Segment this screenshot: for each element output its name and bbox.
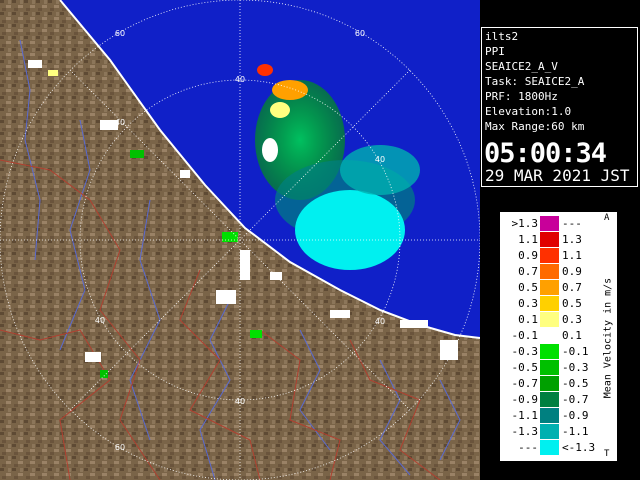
- ring-label: 40: [235, 397, 245, 406]
- legend-upper-bound: -0.5: [562, 377, 589, 390]
- legend-lower-bound: -1.3: [511, 425, 539, 438]
- legend-lower-bound: 0.3: [518, 297, 538, 310]
- legend-swatch: [540, 232, 559, 247]
- legend-lower-bound: 0.1: [518, 313, 538, 326]
- legend-upper-bound: -1.1: [562, 425, 589, 438]
- scan-time: 05:00:34: [484, 138, 607, 169]
- legend-upper-bound: -0.9: [562, 409, 589, 422]
- legend-lower-bound: -1.1: [511, 409, 539, 422]
- legend-upper-bound: 0.5: [562, 297, 582, 310]
- ring-label: 60: [115, 443, 125, 452]
- legend-lower-bound: -0.5: [511, 361, 539, 374]
- legend-lower-bound: >1.3: [511, 217, 539, 230]
- legend-title: Mean Velocity in m/s: [602, 277, 614, 398]
- legend-swatch: [540, 312, 559, 327]
- legend-swatch: [540, 328, 559, 343]
- legend-upper-bound: 1.3: [562, 233, 582, 246]
- legend-lower-bound: ---: [518, 441, 538, 454]
- legend-lower-bound: -0.1: [511, 329, 539, 342]
- legend-swatch: [540, 360, 559, 375]
- legend-swatch: [540, 280, 559, 295]
- legend-upper-bound: 0.7: [562, 281, 582, 294]
- legend-swatch: [540, 344, 559, 359]
- legend-lower-bound: 0.5: [518, 281, 538, 294]
- legend-title-wrap: Mean Velocity in m/s: [601, 216, 615, 459]
- legend-upper-bound: <-1.3: [562, 441, 596, 454]
- station-name: ilts2: [485, 30, 519, 43]
- radar-map: 60 60 40 40 40 40 40 40 60: [0, 0, 480, 480]
- legend-upper-bound: 0.1: [562, 329, 582, 342]
- legend-upper-bound: ---: [562, 217, 582, 230]
- legend-swatch: [540, 376, 559, 391]
- legend-swatch: [540, 424, 559, 439]
- scan-type: PPI: [485, 45, 505, 58]
- task-name: Task: SEAICE2_A: [485, 75, 585, 88]
- ring-label: 40: [235, 75, 245, 84]
- legend-upper-bound: 0.9: [562, 265, 582, 278]
- legend-swatch: [540, 408, 559, 423]
- legend-swatch: [540, 392, 559, 407]
- ring-label: 40: [95, 316, 105, 325]
- ring-label: 40: [375, 155, 385, 164]
- max-range-value: Max Range:60 km: [485, 120, 585, 133]
- legend-swatch: [540, 248, 559, 263]
- legend-lower-bound: -0.9: [511, 393, 539, 406]
- ring-label: 40: [375, 317, 385, 326]
- info-panel: ilts2 PPI SEAICE2_A_V Task: SEAICE2_A PR…: [481, 27, 638, 187]
- legend-lower-bound: 0.9: [518, 249, 538, 262]
- legend-upper-bound: 0.3: [562, 313, 582, 326]
- ring-label: 60: [115, 29, 125, 38]
- velocity-legend: >1.3 --- 1.1 1.3 0.9 1.1 0.7 0.9 0.5 0.7 0.3 0.5 0.1…: [499, 211, 618, 462]
- product-name: SEAICE2_A_V: [485, 60, 558, 73]
- legend-swatch: [540, 440, 559, 455]
- legend-swatch: [540, 296, 559, 311]
- legend-lower-bound: 1.1: [518, 233, 538, 246]
- legend-corner-bottom: T: [604, 449, 610, 459]
- legend-upper-bound: -0.1: [562, 345, 589, 358]
- legend-upper-bound: -0.3: [562, 361, 589, 374]
- prf-value: PRF: 1800Hz: [485, 90, 558, 103]
- legend-upper-bound: 1.1: [562, 249, 582, 262]
- scan-date: 29 MAR 2021 JST: [485, 166, 630, 185]
- legend-lower-bound: 0.7: [518, 265, 538, 278]
- legend-upper-bound: -0.7: [562, 393, 589, 406]
- legend-swatch: [540, 264, 559, 279]
- legend-lower-bound: -0.7: [511, 377, 539, 390]
- ring-label: 60: [355, 29, 365, 38]
- legend-swatch: [540, 216, 559, 231]
- elevation-value: Elevation:1.0: [485, 105, 572, 118]
- ring-label: 40: [115, 118, 125, 127]
- legend-lower-bound: -0.3: [511, 345, 539, 358]
